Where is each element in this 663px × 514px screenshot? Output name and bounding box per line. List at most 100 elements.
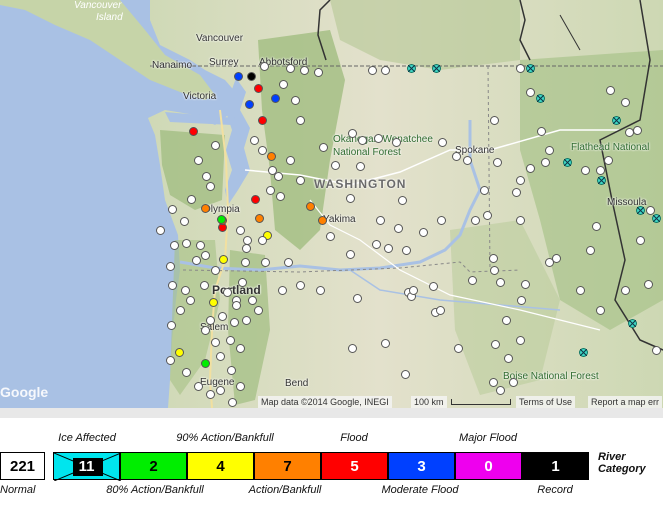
gauge-marker-action-bankfull[interactable] — [267, 152, 276, 161]
gauge-marker-normal[interactable] — [254, 306, 263, 315]
gauge-marker-normal[interactable] — [182, 368, 191, 377]
terms-link[interactable]: Terms of Use — [516, 396, 576, 408]
gauge-marker-action-bankfull[interactable] — [318, 216, 327, 225]
gauge-marker-normal[interactable] — [187, 195, 196, 204]
gauge-marker-normal[interactable] — [258, 146, 267, 155]
gauge-marker-normal[interactable] — [241, 258, 250, 267]
gauge-marker-normal[interactable] — [468, 276, 477, 285]
gauge-marker-normal[interactable] — [206, 390, 215, 399]
gauge-marker-normal[interactable] — [384, 244, 393, 253]
gauge-marker-normal[interactable] — [636, 236, 645, 245]
gauge-marker-normal[interactable] — [242, 244, 251, 253]
gauge-marker-normal[interactable] — [206, 182, 215, 191]
gauge-marker-normal[interactable] — [644, 280, 653, 289]
gauge-marker-normal[interactable] — [227, 366, 236, 375]
gauge-marker-normal[interactable] — [170, 241, 179, 250]
gauge-marker-normal[interactable] — [509, 378, 518, 387]
gauge-marker-normal[interactable] — [521, 280, 530, 289]
gauge-marker-normal[interactable] — [545, 258, 554, 267]
gauge-marker-normal[interactable] — [156, 226, 165, 235]
gauge-marker-normal[interactable] — [238, 278, 247, 287]
gauge-marker-normal[interactable] — [181, 286, 190, 295]
gauge-marker-normal[interactable] — [516, 176, 525, 185]
gauge-marker-normal[interactable] — [228, 398, 237, 407]
gauge-marker-normal[interactable] — [517, 296, 526, 305]
gauge-marker-normal[interactable] — [211, 266, 220, 275]
gauge-marker-normal[interactable] — [452, 152, 461, 161]
gauge-marker-normal[interactable] — [652, 346, 661, 355]
gauge-marker-normal[interactable] — [502, 316, 511, 325]
gauge-marker-normal[interactable] — [348, 344, 357, 353]
gauge-marker-normal[interactable] — [512, 188, 521, 197]
gauge-marker-normal[interactable] — [358, 136, 367, 145]
gauge-marker-normal[interactable] — [200, 281, 209, 290]
gauge-marker-normal[interactable] — [372, 240, 381, 249]
gauge-marker-ice-affected[interactable] — [432, 64, 441, 73]
gauge-marker-moderate-flood[interactable] — [271, 94, 280, 103]
gauge-marker-normal[interactable] — [274, 172, 283, 181]
gauge-marker-normal[interactable] — [537, 127, 546, 136]
gauge-marker-normal[interactable] — [279, 80, 288, 89]
gauge-marker-normal[interactable] — [633, 126, 642, 135]
gauge-marker-normal[interactable] — [218, 312, 227, 321]
gauge-marker-normal[interactable] — [296, 281, 305, 290]
gauge-marker-normal[interactable] — [166, 356, 175, 365]
gauge-marker-normal[interactable] — [296, 176, 305, 185]
gauge-marker-normal[interactable] — [348, 129, 357, 138]
gauge-marker-normal[interactable] — [545, 146, 554, 155]
gauge-marker-normal[interactable] — [236, 382, 245, 391]
gauge-marker-normal[interactable] — [353, 294, 362, 303]
gauge-marker-normal[interactable] — [186, 296, 195, 305]
gauge-marker-normal[interactable] — [586, 246, 595, 255]
gauge-marker-ice-affected[interactable] — [597, 176, 606, 185]
gauge-marker-normal[interactable] — [180, 217, 189, 226]
gauge-marker-normal[interactable] — [326, 232, 335, 241]
gauge-marker-normal[interactable] — [541, 158, 550, 167]
gauge-marker-normal[interactable] — [576, 286, 585, 295]
gauge-marker-normal[interactable] — [286, 156, 295, 165]
gauge-marker-normal[interactable] — [438, 138, 447, 147]
gauge-marker-normal[interactable] — [216, 352, 225, 361]
gauge-marker-normal[interactable] — [201, 251, 210, 260]
gauge-marker-normal[interactable] — [167, 321, 176, 330]
report-link[interactable]: Report a map err — [588, 396, 663, 408]
gauge-marker-normal[interactable] — [392, 138, 401, 147]
gauge-marker-normal[interactable] — [261, 258, 270, 267]
gauge-marker-normal[interactable] — [604, 156, 613, 165]
gauge-marker-normal[interactable] — [242, 316, 251, 325]
gauge-marker-normal[interactable] — [454, 344, 463, 353]
map-view[interactable]: Vancouver Nanaimo Surrey Abbotsford Vict… — [0, 0, 663, 408]
gauge-marker-normal[interactable] — [276, 192, 285, 201]
gauge-marker-normal[interactable] — [211, 338, 220, 347]
gauge-marker-normal[interactable] — [192, 256, 201, 265]
gauge-marker-90-action-bankfull[interactable] — [219, 255, 228, 264]
gauge-marker-normal[interactable] — [346, 250, 355, 259]
gauge-marker-normal[interactable] — [168, 281, 177, 290]
gauge-marker-normal[interactable] — [490, 266, 499, 275]
gauge-marker-80-action-bankfull[interactable] — [201, 359, 210, 368]
gauge-marker-ice-affected[interactable] — [652, 214, 661, 223]
gauge-marker-normal[interactable] — [260, 62, 269, 71]
gauge-marker-normal[interactable] — [489, 254, 498, 263]
gauge-marker-normal[interactable] — [201, 326, 210, 335]
gauge-marker-normal[interactable] — [516, 216, 525, 225]
gauge-marker-flood[interactable] — [251, 195, 260, 204]
gauge-marker-normal[interactable] — [300, 66, 309, 75]
gauge-marker-normal[interactable] — [296, 116, 305, 125]
gauge-marker-normal[interactable] — [230, 318, 239, 327]
gauge-marker-ice-affected[interactable] — [536, 94, 545, 103]
gauge-marker-normal[interactable] — [621, 98, 630, 107]
gauge-marker-normal[interactable] — [419, 228, 428, 237]
gauge-marker-ice-affected[interactable] — [579, 348, 588, 357]
gauge-marker-normal[interactable] — [394, 224, 403, 233]
gauge-marker-normal[interactable] — [402, 246, 411, 255]
gauge-marker-moderate-flood[interactable] — [234, 72, 243, 81]
gauge-marker-normal[interactable] — [250, 136, 259, 145]
gauge-marker-90-action-bankfull[interactable] — [175, 348, 184, 357]
gauge-marker-normal[interactable] — [526, 164, 535, 173]
gauge-marker-normal[interactable] — [194, 156, 203, 165]
gauge-marker-normal[interactable] — [374, 134, 383, 143]
gauge-marker-normal[interactable] — [202, 172, 211, 181]
gauge-marker-normal[interactable] — [168, 205, 177, 214]
gauge-marker-normal[interactable] — [381, 339, 390, 348]
